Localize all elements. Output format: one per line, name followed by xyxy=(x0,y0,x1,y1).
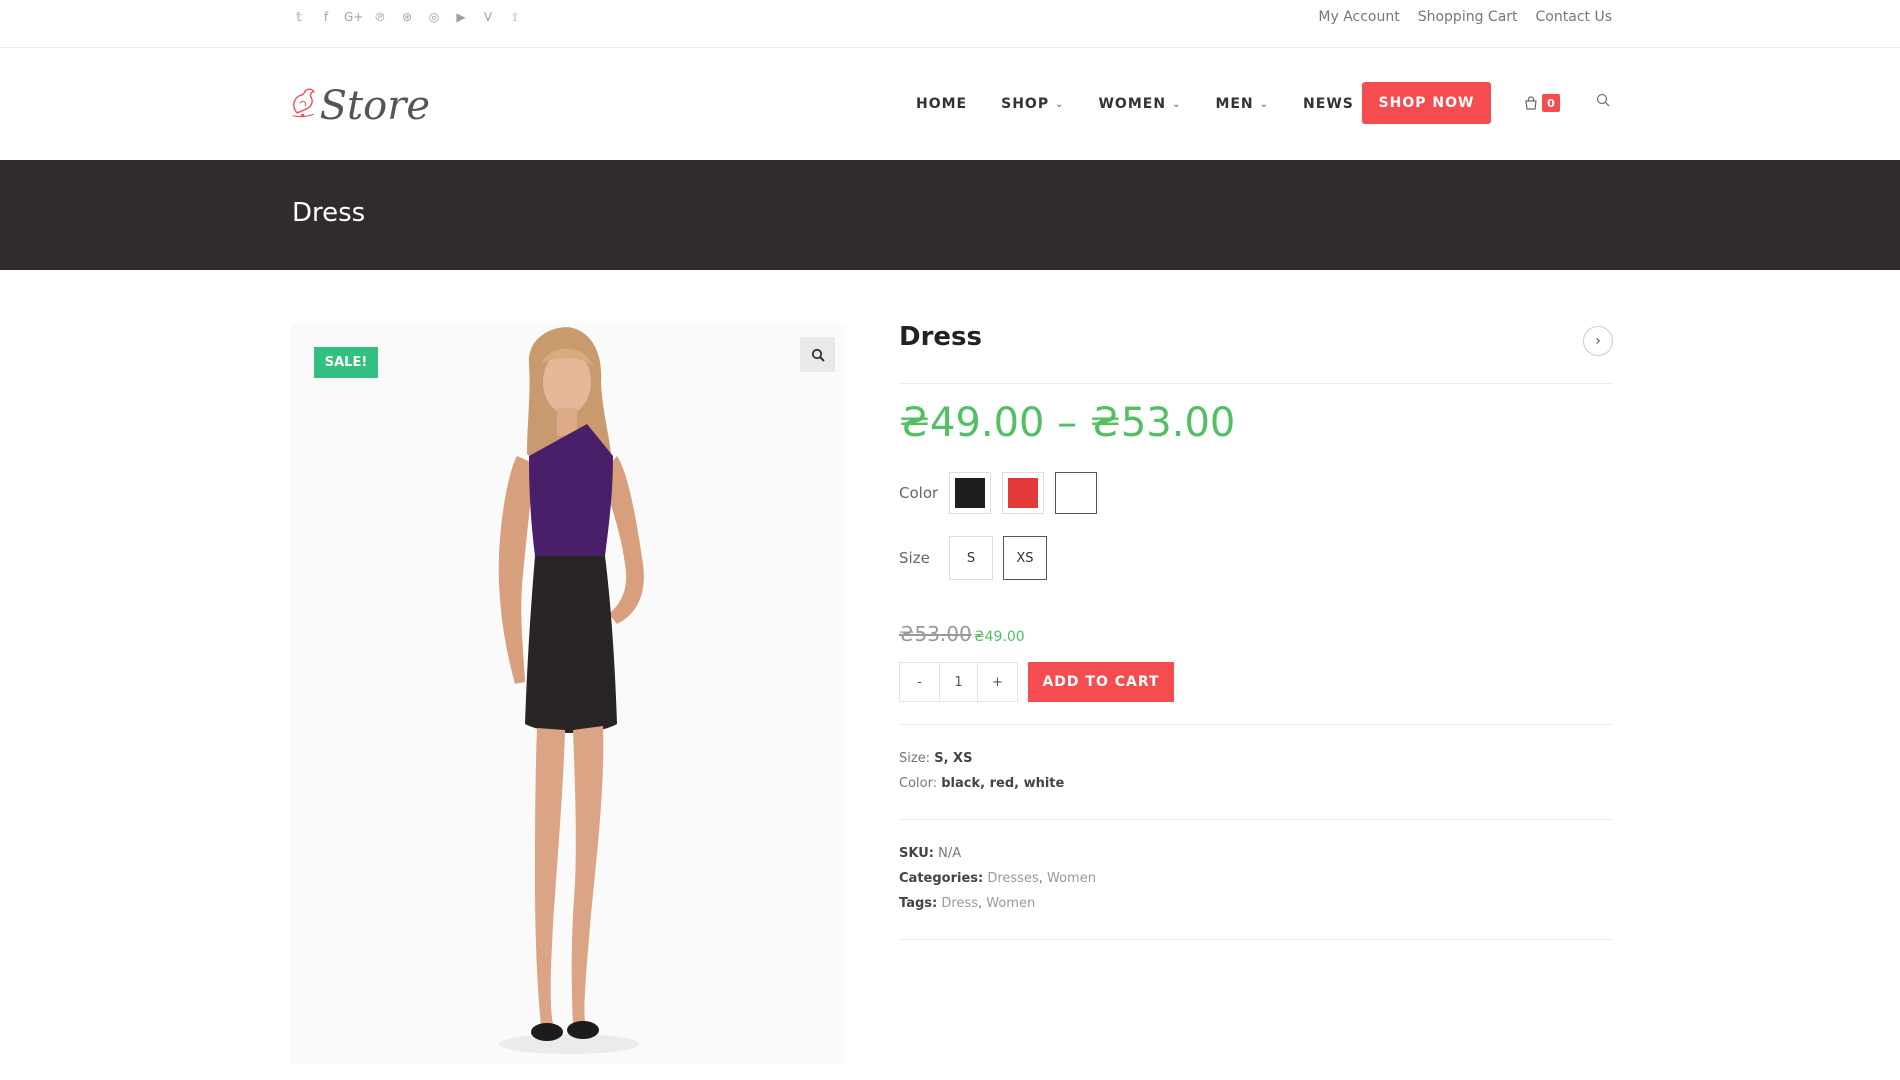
twitter-icon[interactable]: 𝕥 xyxy=(290,8,308,26)
sku-label: SKU: xyxy=(899,846,934,861)
swatch-fill xyxy=(1008,478,1038,508)
nav-women-label: WOMEN xyxy=(1098,96,1167,112)
nav-home-label: HOME xyxy=(916,96,968,112)
chevron-down-icon: ⌄ xyxy=(1172,98,1182,110)
tags-row: Tags: Dress, Women xyxy=(899,896,1036,911)
color-attr-value: black, red, white xyxy=(941,776,1065,791)
product-summary: Dress › ₴49.00 – ₴53.00 Color Size S XS … xyxy=(899,322,1613,940)
social-links: 𝕥 f G+ ℗ ⊛ ◎ ▶ V ⟟ xyxy=(290,8,524,26)
main-nav: HOME SHOP ⌄ WOMEN ⌄ MEN ⌄ NEWS xyxy=(916,82,1388,126)
size-option-xs[interactable]: XS xyxy=(1003,536,1047,580)
chevron-right-icon: › xyxy=(1595,333,1601,349)
tags-label: Tags: xyxy=(899,896,938,911)
color-selector: Color xyxy=(899,472,1108,514)
facebook-icon[interactable]: f xyxy=(317,8,335,26)
nav-shop-label: SHOP xyxy=(1001,96,1050,112)
nav-shop[interactable]: SHOP ⌄ xyxy=(1001,96,1064,112)
size-selector: Size S XS xyxy=(899,536,1057,580)
qty-plus-button[interactable]: + xyxy=(978,663,1017,701)
categories-row: Categories: Dresses, Women xyxy=(899,871,1096,886)
logo-text: Store xyxy=(319,83,430,129)
swatch-black[interactable] xyxy=(949,472,991,514)
color-attribute: Color: black, red, white xyxy=(899,771,1064,796)
youtube-icon[interactable]: ▶ xyxy=(452,8,470,26)
search-button[interactable] xyxy=(1596,92,1610,111)
variation-price: ₴53.00 ₴49.00 xyxy=(899,622,1025,646)
chevron-down-icon: ⌄ xyxy=(1259,98,1270,110)
vine-icon[interactable]: V xyxy=(479,8,497,26)
page-title-band: Dress xyxy=(0,160,1900,270)
swatch-white[interactable] xyxy=(1055,472,1097,514)
product-meta: SKU: N/A Categories: Dresses, Women Tags… xyxy=(899,841,1096,916)
divider xyxy=(899,724,1613,725)
color-attr-label: Color: xyxy=(899,776,938,791)
qty-minus-button[interactable]: - xyxy=(900,663,939,701)
add-to-cart-button[interactable]: ADD TO CART xyxy=(1028,662,1174,702)
pinterest-icon[interactable]: ℗ xyxy=(371,8,389,26)
swatch-fill xyxy=(955,478,985,508)
product-image[interactable]: SALE! xyxy=(291,324,847,1064)
cart-count-badge: 0 xyxy=(1542,94,1560,112)
divider xyxy=(899,939,1613,940)
chevron-down-icon: ⌄ xyxy=(1055,98,1065,110)
tag-link-dress[interactable]: Dress xyxy=(941,896,978,911)
size-attribute: Size: S, XS xyxy=(899,746,1064,771)
size-option-s[interactable]: S xyxy=(949,536,993,580)
divider xyxy=(899,819,1613,820)
rss-icon[interactable]: ⟟ xyxy=(506,8,524,26)
nav-women[interactable]: WOMEN ⌄ xyxy=(1098,96,1181,112)
top-bar: 𝕥 f G+ ℗ ⊛ ◎ ▶ V ⟟ My Account Shopping C… xyxy=(0,0,1900,48)
search-icon xyxy=(1596,93,1610,107)
color-label: Color xyxy=(899,484,939,502)
old-price: ₴53.00 xyxy=(899,622,972,646)
sale-price: ₴49.00 xyxy=(973,629,1025,645)
quantity-stepper: - 1 + xyxy=(899,662,1018,702)
size-label: Size xyxy=(899,549,930,567)
logo[interactable]: Store xyxy=(290,72,430,134)
attributes-list: Size: S, XS Color: black, red, white xyxy=(899,746,1064,796)
sku-row: SKU: N/A xyxy=(899,841,1096,866)
page-title: Dress xyxy=(292,198,366,228)
model-photo xyxy=(498,327,644,1054)
swatch-red[interactable] xyxy=(1002,472,1044,514)
sale-badge: SALE! xyxy=(314,347,378,378)
top-links: My Account Shopping Cart Contact Us xyxy=(1318,9,1612,25)
price-range: ₴49.00 – ₴53.00 xyxy=(899,400,1236,446)
size-attr-label: Size: xyxy=(899,751,931,766)
zoom-button[interactable] xyxy=(800,337,835,372)
qty-input[interactable]: 1 xyxy=(939,663,978,701)
size-attr-value: S, XS xyxy=(934,751,973,766)
shopping-bag-icon xyxy=(1525,96,1537,110)
logo-mark-icon xyxy=(292,88,316,118)
swatch-fill xyxy=(1061,478,1091,508)
divider xyxy=(899,383,1613,384)
category-link-women[interactable]: Women xyxy=(1047,871,1096,886)
shopping-cart-link[interactable]: Shopping Cart xyxy=(1418,9,1518,25)
dribbble-icon[interactable]: ⊛ xyxy=(398,8,416,26)
contact-us-link[interactable]: Contact Us xyxy=(1536,9,1612,25)
magnifier-icon xyxy=(811,348,825,362)
tag-link-women[interactable]: Women xyxy=(986,896,1035,911)
instagram-icon[interactable]: ◎ xyxy=(425,8,443,26)
category-link-dresses[interactable]: Dresses xyxy=(987,871,1038,886)
categories-label: Categories: xyxy=(899,871,984,886)
nav-home[interactable]: HOME xyxy=(916,96,967,112)
nav-news[interactable]: NEWS xyxy=(1303,96,1354,112)
nav-men-label: MEN xyxy=(1215,96,1254,112)
my-account-link[interactable]: My Account xyxy=(1318,9,1399,25)
shop-now-button[interactable]: SHOP NOW xyxy=(1362,82,1491,124)
cart-button[interactable]: 0 xyxy=(1524,94,1560,112)
nav-men[interactable]: MEN ⌄ xyxy=(1215,96,1269,112)
product-title: Dress xyxy=(899,322,982,352)
sku-value: N/A xyxy=(938,846,962,861)
site-header: Store HOME SHOP ⌄ WOMEN ⌄ MEN ⌄ NEWS SHOP N… xyxy=(0,48,1900,160)
next-product-button[interactable]: › xyxy=(1583,326,1613,356)
nav-news-label: NEWS xyxy=(1303,96,1354,112)
google-plus-icon[interactable]: G+ xyxy=(344,8,363,26)
